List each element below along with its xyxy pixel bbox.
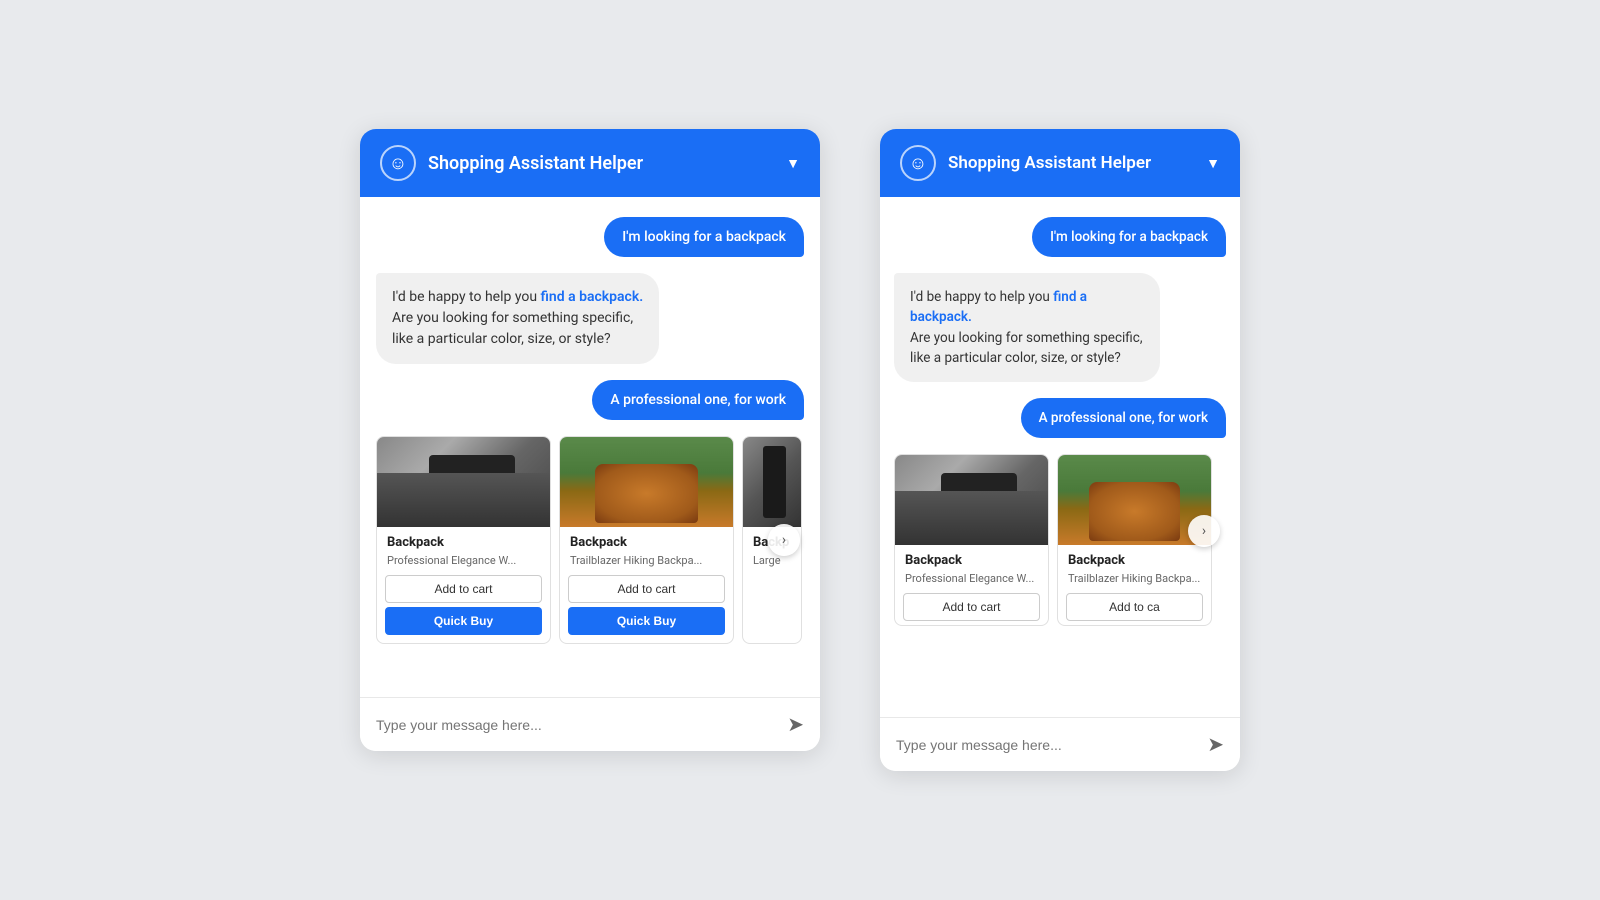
product-carousel-small: Backpack Professional Elegance W... Add … <box>376 436 804 644</box>
user-message-1: I'm looking for a backpack <box>604 217 804 257</box>
add-to-cart-button-large-2[interactable]: Add to ca <box>1066 593 1203 621</box>
product-desc-large-1: Professional Elegance W... <box>905 572 1038 585</box>
product-info-large-1: Backpack Professional Elegance W... <box>895 545 1048 593</box>
chat-widget-large: ☺ Shopping Assistant Helper ▼ I'm lookin… <box>880 129 1240 771</box>
add-to-cart-button-2[interactable]: Add to cart <box>568 575 725 603</box>
user-message-large-1: I'm looking for a backpack <box>1032 217 1226 257</box>
chat-header-small: ☺ Shopping Assistant Helper ▼ <box>360 129 820 197</box>
product-row-large: Backpack Professional Elegance W... Add … <box>894 454 1226 626</box>
product-image-large-1 <box>895 455 1048 545</box>
add-to-cart-button-large-1[interactable]: Add to cart <box>903 593 1040 621</box>
product-card-large-1: Backpack Professional Elegance W... Add … <box>894 454 1049 626</box>
product-name-2: Backpack <box>570 535 723 550</box>
product-carousel-large: Backpack Professional Elegance W... Add … <box>894 454 1226 626</box>
page-wrapper: ☺ Shopping Assistant Helper ▼ I'm lookin… <box>320 69 1280 831</box>
chat-title-small: Shopping Assistant Helper <box>428 153 774 174</box>
carousel-next-button-large[interactable]: › <box>1188 515 1220 547</box>
product-card-large-2: Backpack Trailblazer Hiking Backpa... Ad… <box>1057 454 1212 626</box>
chevron-down-icon-large[interactable]: ▼ <box>1206 155 1220 172</box>
carousel-next-button-small[interactable]: › <box>768 524 800 556</box>
product-info-2: Backpack Trailblazer Hiking Backpa... <box>560 527 733 575</box>
chat-input-area-large: ➤ <box>880 717 1240 771</box>
product-info-1: Backpack Professional Elegance W... <box>377 527 550 575</box>
product-card-2: Backpack Trailblazer Hiking Backpa... Ad… <box>559 436 734 644</box>
product-desc-2: Trailblazer Hiking Backpa... <box>570 554 723 567</box>
product-info-large-2: Backpack Trailblazer Hiking Backpa... <box>1058 545 1211 593</box>
send-icon-small: ➤ <box>787 712 804 737</box>
quick-buy-button-1[interactable]: Quick Buy <box>385 607 542 635</box>
chat-widget-small: ☺ Shopping Assistant Helper ▼ I'm lookin… <box>360 129 820 751</box>
bot-message-large-1: I'd be happy to help you find a backpack… <box>894 273 1160 382</box>
product-name-large-2: Backpack <box>1068 553 1201 568</box>
product-name-1: Backpack <box>387 535 540 550</box>
highlight-text: find a backpack. <box>541 289 644 305</box>
highlight-text-large: find a backpack. <box>910 289 1087 325</box>
chat-messages-large: I'm looking for a backpack I'd be happy … <box>880 197 1240 717</box>
product-name-large-1: Backpack <box>905 553 1038 568</box>
product-image-3 <box>743 437 801 527</box>
chat-input-small[interactable] <box>376 717 777 733</box>
product-image-2 <box>560 437 733 527</box>
user-message-2: A professional one, for work <box>592 380 804 420</box>
send-icon-large: ➤ <box>1207 732 1224 757</box>
send-button-small[interactable]: ➤ <box>787 712 804 737</box>
bot-avatar-icon-small: ☺ <box>380 145 416 181</box>
product-image-1 <box>377 437 550 527</box>
chat-input-area-small: ➤ <box>360 697 820 751</box>
chat-title-large: Shopping Assistant Helper <box>948 153 1194 173</box>
chat-messages-small: I'm looking for a backpack I'd be happy … <box>360 197 820 697</box>
chat-input-large[interactable] <box>896 737 1197 753</box>
chat-header-large: ☺ Shopping Assistant Helper ▼ <box>880 129 1240 197</box>
product-row-small: Backpack Professional Elegance W... Add … <box>376 436 804 644</box>
quick-buy-button-2[interactable]: Quick Buy <box>568 607 725 635</box>
add-to-cart-button-1[interactable]: Add to cart <box>385 575 542 603</box>
product-card-1: Backpack Professional Elegance W... Add … <box>376 436 551 644</box>
user-message-large-2: A professional one, for work <box>1021 398 1226 438</box>
bot-avatar-icon-large: ☺ <box>900 145 936 181</box>
product-desc-large-2: Trailblazer Hiking Backpa... <box>1068 572 1201 585</box>
chevron-down-icon-small[interactable]: ▼ <box>786 155 800 172</box>
product-desc-1: Professional Elegance W... <box>387 554 540 567</box>
bot-message-1: I'd be happy to help you find a backpack… <box>376 273 659 364</box>
send-button-large[interactable]: ➤ <box>1207 732 1224 757</box>
